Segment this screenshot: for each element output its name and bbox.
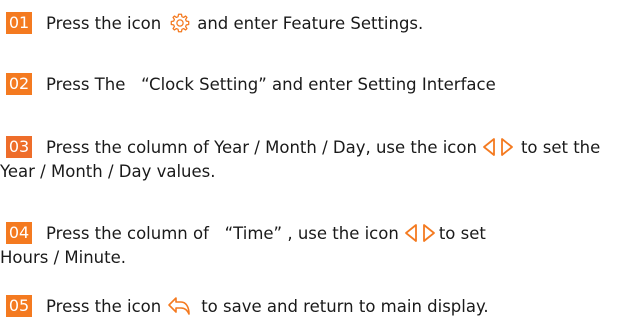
step-number-badge: 05: [6, 294, 32, 317]
step-05: 05 Press the icon to save and return to m…: [6, 294, 489, 319]
gear-icon: [169, 12, 191, 34]
step-number-badge: 01: [6, 11, 32, 34]
step-04-continuation: Hours / Minute.: [0, 248, 126, 267]
step-03: 03 Press the column of Year / Month / Day…: [6, 135, 601, 160]
back-arrow-icon: [167, 296, 193, 316]
step-text: Press the icon: [46, 297, 162, 316]
triangle-right-icon: [421, 223, 437, 243]
triangle-left-icon: [481, 137, 497, 157]
step-02: 02 Press The “Clock Setting” and enter Se…: [6, 72, 496, 97]
step-number-badge: 02: [6, 72, 32, 95]
step-text: Press the column of Year / Month / Day, …: [46, 138, 477, 157]
step-number-badge: 03: [6, 135, 32, 158]
triangle-right-icon: [499, 137, 515, 157]
step-text: to save and return to main display.: [201, 297, 489, 316]
step-text: and enter Feature Settings.: [197, 14, 424, 33]
step-04: 04 Press the column of “Time” , use the i…: [6, 221, 486, 246]
step-01: 01 Press the icon and enter Feature Setti…: [6, 11, 424, 36]
step-text: to set: [438, 224, 486, 243]
step-text: Press The “Clock Setting” and enter Sett…: [46, 75, 496, 94]
step-text: to set the: [520, 138, 601, 157]
step-text: Press the column of “Time” , use the ico…: [46, 224, 399, 243]
step-number-badge: 04: [6, 221, 32, 244]
step-03-continuation: Year / Month / Day values.: [0, 162, 216, 181]
step-text: Press the icon: [46, 14, 162, 33]
triangle-left-icon: [403, 223, 419, 243]
